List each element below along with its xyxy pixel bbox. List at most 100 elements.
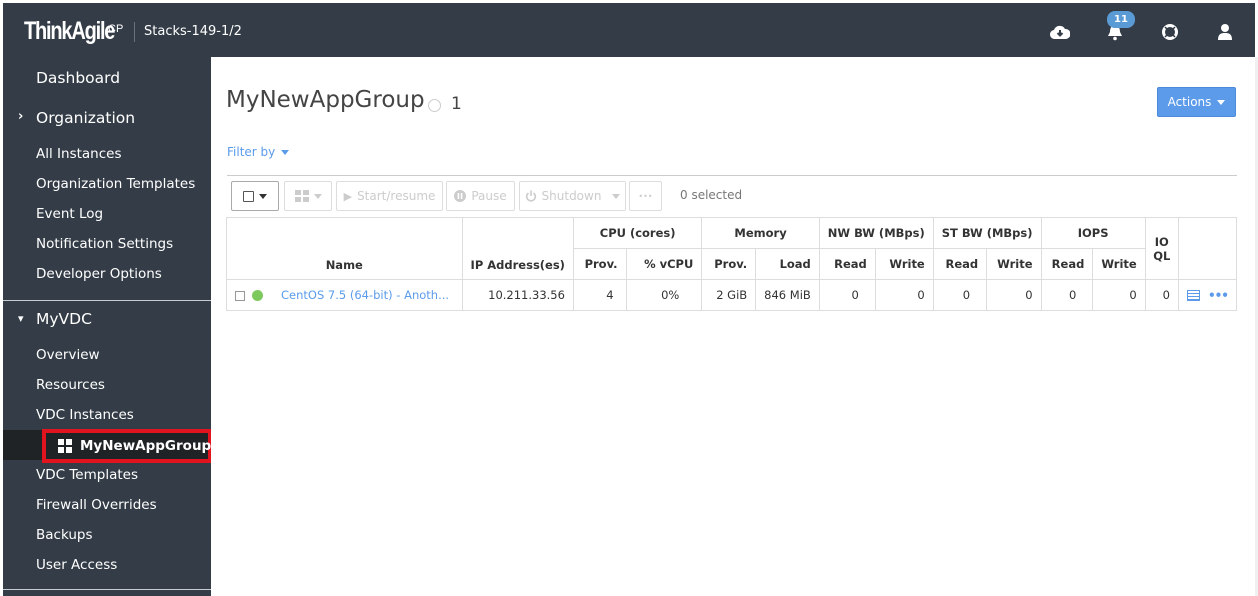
cell-ip: 10.211.33.56 [461, 279, 574, 311]
stack-name: Stacks-149-1/2 [144, 24, 242, 39]
cell-nw-read: 0 [818, 279, 876, 311]
sidebar-item-all-instances[interactable]: All Instances [3, 146, 211, 162]
sidebar-section-label: Organization [36, 109, 136, 127]
sidebar-section-label: MyVDC [36, 310, 92, 328]
cell-name: CentOS 7.5 (64-bit) - Anoth... [226, 279, 463, 311]
cell-iops-read: 0 [1040, 279, 1094, 311]
header-nw-write[interactable]: Write [874, 248, 934, 280]
sidebar-item-user-access[interactable]: User Access [3, 557, 211, 573]
instance-count: 1 [451, 94, 462, 114]
header-mem-load[interactable]: Load [755, 248, 820, 280]
sidebar-item-backups[interactable]: Backups [3, 527, 211, 543]
header-ip[interactable]: IP Address(es) [461, 217, 574, 280]
sidebar-item-overview[interactable]: Overview [3, 347, 211, 363]
sidebar-item-developer-options[interactable]: Developer Options [3, 266, 211, 282]
header-group-memory: Memory [701, 217, 820, 249]
header-cpu-prov[interactable]: Prov. [572, 248, 627, 280]
pause-label: Pause [471, 189, 507, 203]
caret-down-icon [313, 193, 322, 199]
cell-st-read: 0 [932, 279, 988, 311]
sidebar: Dashboard › Organization All Instances O… [3, 57, 212, 596]
brand-suffix: CP [108, 23, 124, 35]
power-icon [525, 190, 536, 202]
cell-io-ql: 0 [1144, 279, 1179, 311]
page-title: MyNewAppGroup [226, 87, 425, 113]
filter-by-dropdown[interactable]: Filter by [227, 145, 290, 159]
main-content: MyNewAppGroup 1 Actions Filter by ▶ Star… [211, 57, 1255, 596]
pause-icon [454, 190, 467, 202]
instance-name-link[interactable]: CentOS 7.5 (64-bit) - Anoth... [281, 288, 449, 302]
filter-label: Filter by [227, 145, 276, 159]
status-indicator [252, 290, 263, 301]
header-group-nw-bw: NW BW (MBps) [818, 217, 934, 249]
cell-st-write: 0 [986, 279, 1042, 311]
actions-label: Actions [1167, 95, 1212, 109]
header-separator [134, 22, 135, 42]
header-group-iops: IOPS [1040, 217, 1146, 249]
shutdown-label: Shutdown [541, 189, 602, 203]
header-iops-write[interactable]: Write [1092, 248, 1146, 280]
sidebar-item-label: MyNewAppGroup [80, 438, 212, 454]
header-group-cpu: CPU (cores) [572, 217, 703, 249]
details-list-icon[interactable] [1186, 289, 1200, 301]
header-st-read[interactable]: Read [932, 248, 988, 280]
header-iops-read[interactable]: Read [1040, 248, 1094, 280]
sidebar-item-mynewappgroup[interactable]: MyNewAppGroup [42, 429, 212, 463]
sidebar-divider [3, 589, 211, 590]
selected-count: 0 selected [680, 188, 743, 202]
select-all-dropdown[interactable] [231, 181, 279, 211]
pause-button[interactable]: Pause [446, 181, 515, 211]
cell-row-actions: ••• [1177, 279, 1238, 311]
instances-table: Name IP Address(es) CPU (cores) Memory N… [226, 217, 1238, 311]
sidebar-item-resources[interactable]: Resources [3, 377, 211, 393]
cell-cpu-vcpu: 0% [625, 279, 703, 311]
sidebar-section-organization[interactable]: › Organization [3, 109, 211, 127]
sidebar-item-vdc-instances[interactable]: VDC Instances [3, 407, 211, 423]
header-group-st-bw: ST BW (MBps) [932, 217, 1042, 249]
lifebuoy-icon[interactable] [1158, 20, 1182, 44]
sidebar-item-notification-settings[interactable]: Notification Settings [3, 236, 211, 252]
sidebar-item-dashboard[interactable]: Dashboard [3, 69, 211, 87]
actions-button[interactable]: Actions [1157, 87, 1236, 117]
shutdown-dropdown[interactable]: Shutdown [519, 181, 626, 211]
view-mode-dropdown[interactable] [284, 181, 332, 211]
brand-logo[interactable]: ThinkAgile [24, 17, 115, 45]
sidebar-item-firewall-overrides[interactable]: Firewall Overrides [3, 497, 211, 513]
caret-down-icon [612, 193, 621, 199]
sidebar-item-event-log[interactable]: Event Log [3, 206, 211, 222]
header-nw-read[interactable]: Read [818, 248, 876, 280]
cell-iops-write: 0 [1092, 279, 1146, 311]
user-icon[interactable] [1213, 20, 1237, 44]
caret-down-icon [1217, 99, 1226, 105]
cell-mem-prov: 2 GiB [701, 279, 757, 311]
row-more-icon[interactable]: ••• [1208, 288, 1229, 302]
table-row[interactable]: CentOS 7.5 (64-bit) - Anoth... 10.211.33… [226, 279, 1238, 311]
grid-icon [294, 190, 309, 202]
sidebar-item-organization-templates[interactable]: Organization Templates [3, 176, 211, 192]
notification-badge[interactable]: 11 [1107, 11, 1135, 28]
caret-down-icon [259, 193, 267, 199]
start-resume-button[interactable]: ▶ Start/resume [336, 181, 443, 211]
cell-cpu-prov: 4 [572, 279, 627, 311]
header-st-write[interactable]: Write [986, 248, 1042, 280]
sidebar-section-myvdc[interactable]: ▾ MyVDC [3, 310, 211, 328]
header-name[interactable]: Name [226, 217, 463, 280]
sidebar-divider [3, 300, 211, 301]
cloud-download-icon[interactable] [1048, 20, 1072, 44]
app-group-icon [58, 439, 72, 453]
cell-mem-load: 846 MiB [755, 279, 820, 311]
toolbar-divider [227, 175, 1237, 176]
header-cpu-vcpu[interactable]: % vCPU [625, 248, 703, 280]
header-io-ql[interactable]: IO QL [1144, 217, 1179, 280]
header-mem-prov[interactable]: Prov. [701, 248, 757, 280]
play-icon: ▶ [343, 189, 353, 203]
row-checkbox[interactable] [235, 290, 245, 301]
header-actions [1177, 217, 1238, 280]
top-header: ThinkAgile CP Stacks-149-1/2 11 [3, 3, 1255, 57]
caret-down-icon [281, 149, 290, 155]
sidebar-item-vdc-templates[interactable]: VDC Templates [3, 467, 211, 483]
status-circle-icon [428, 99, 441, 112]
more-actions-button[interactable]: ••• [629, 181, 662, 211]
cell-nw-write: 0 [874, 279, 934, 311]
brand-name: ThinkAgile [24, 17, 115, 45]
